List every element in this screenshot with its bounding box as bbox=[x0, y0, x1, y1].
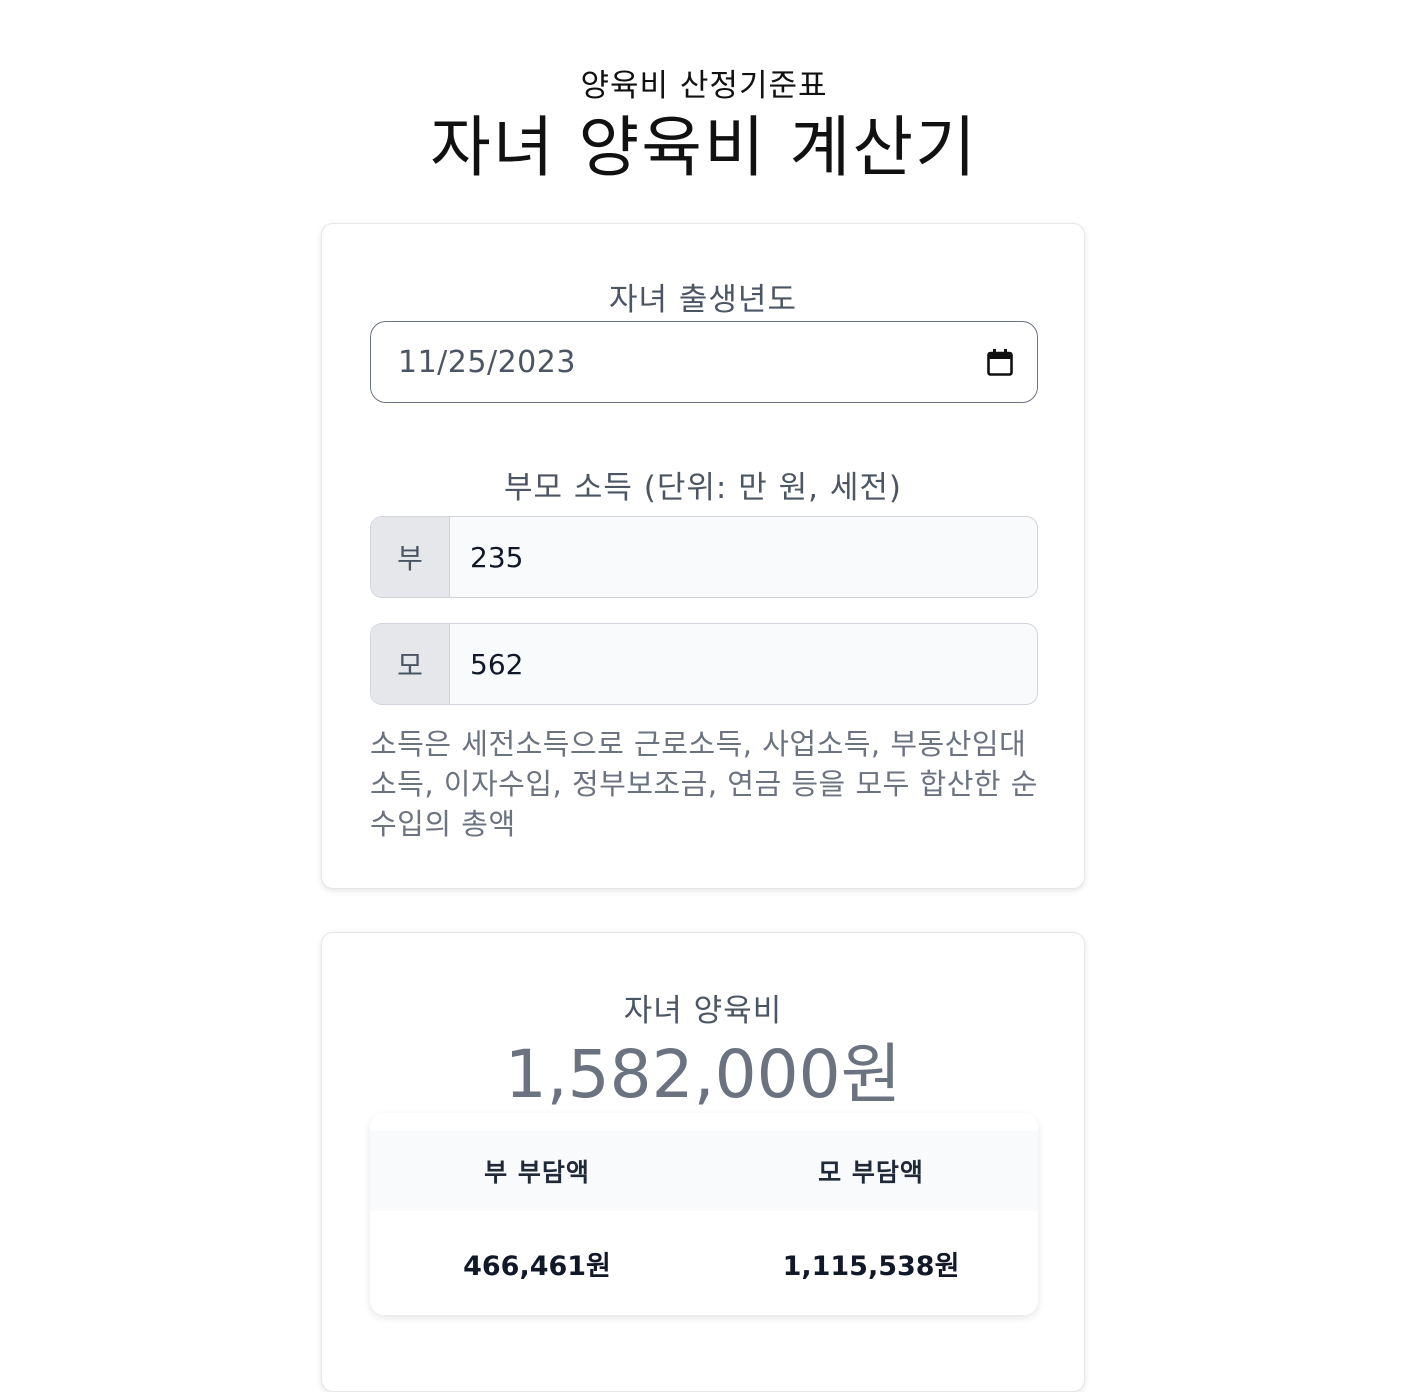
page-title: 자녀 양육비 계산기 bbox=[430, 109, 978, 186]
father-share-header: 부 부담액 bbox=[484, 1158, 590, 1187]
result-card: 자녀 양육비 1,582,000원 부 부담액 모 부담액 466,461원 1… bbox=[321, 932, 1085, 1392]
input-card: 자녀 출생년도 11/25/2023 부모 소득 (단위: 만 원, 세전) 부… bbox=[321, 223, 1085, 889]
calendar-icon[interactable] bbox=[987, 348, 1013, 376]
income-help-text: 소득은 세전소득으로 근로소득, 사업소득, 부동산임대소득, 이자수입, 정부… bbox=[370, 727, 1038, 841]
father-share-value: 466,461원 bbox=[463, 1250, 611, 1282]
mother-income-input[interactable]: 562 bbox=[450, 624, 1037, 704]
birth-date-input[interactable]: 11/25/2023 bbox=[370, 321, 1038, 403]
share-table-row: 466,461원 1,115,538원 bbox=[370, 1211, 1038, 1315]
mother-share-value: 1,115,538원 bbox=[782, 1250, 960, 1282]
birth-year-label: 자녀 출생년도 bbox=[609, 282, 797, 318]
mother-share-header: 모 부담액 bbox=[818, 1158, 924, 1187]
father-income-input[interactable]: 235 bbox=[450, 517, 1037, 597]
share-table-header: 부 부담액 모 부담액 bbox=[370, 1113, 1038, 1211]
father-income-field: 부 235 bbox=[370, 516, 1038, 598]
income-label: 부모 소득 (단위: 만 원, 세전) bbox=[504, 470, 902, 506]
father-income-prefix: 부 bbox=[371, 517, 450, 597]
total-amount: 1,582,000원 bbox=[504, 1036, 902, 1113]
share-table: 부 부담액 모 부담액 466,461원 1,115,538원 bbox=[370, 1113, 1038, 1315]
result-label: 자녀 양육비 bbox=[623, 993, 783, 1029]
birth-date-value: 11/25/2023 bbox=[398, 344, 576, 380]
mother-income-prefix: 모 bbox=[371, 624, 450, 704]
page-subtitle: 양육비 산정기준표 bbox=[580, 68, 828, 104]
mother-income-field: 모 562 bbox=[370, 623, 1038, 705]
page-header: 양육비 산정기준표 자녀 양육비 계산기 bbox=[0, 0, 1408, 188]
